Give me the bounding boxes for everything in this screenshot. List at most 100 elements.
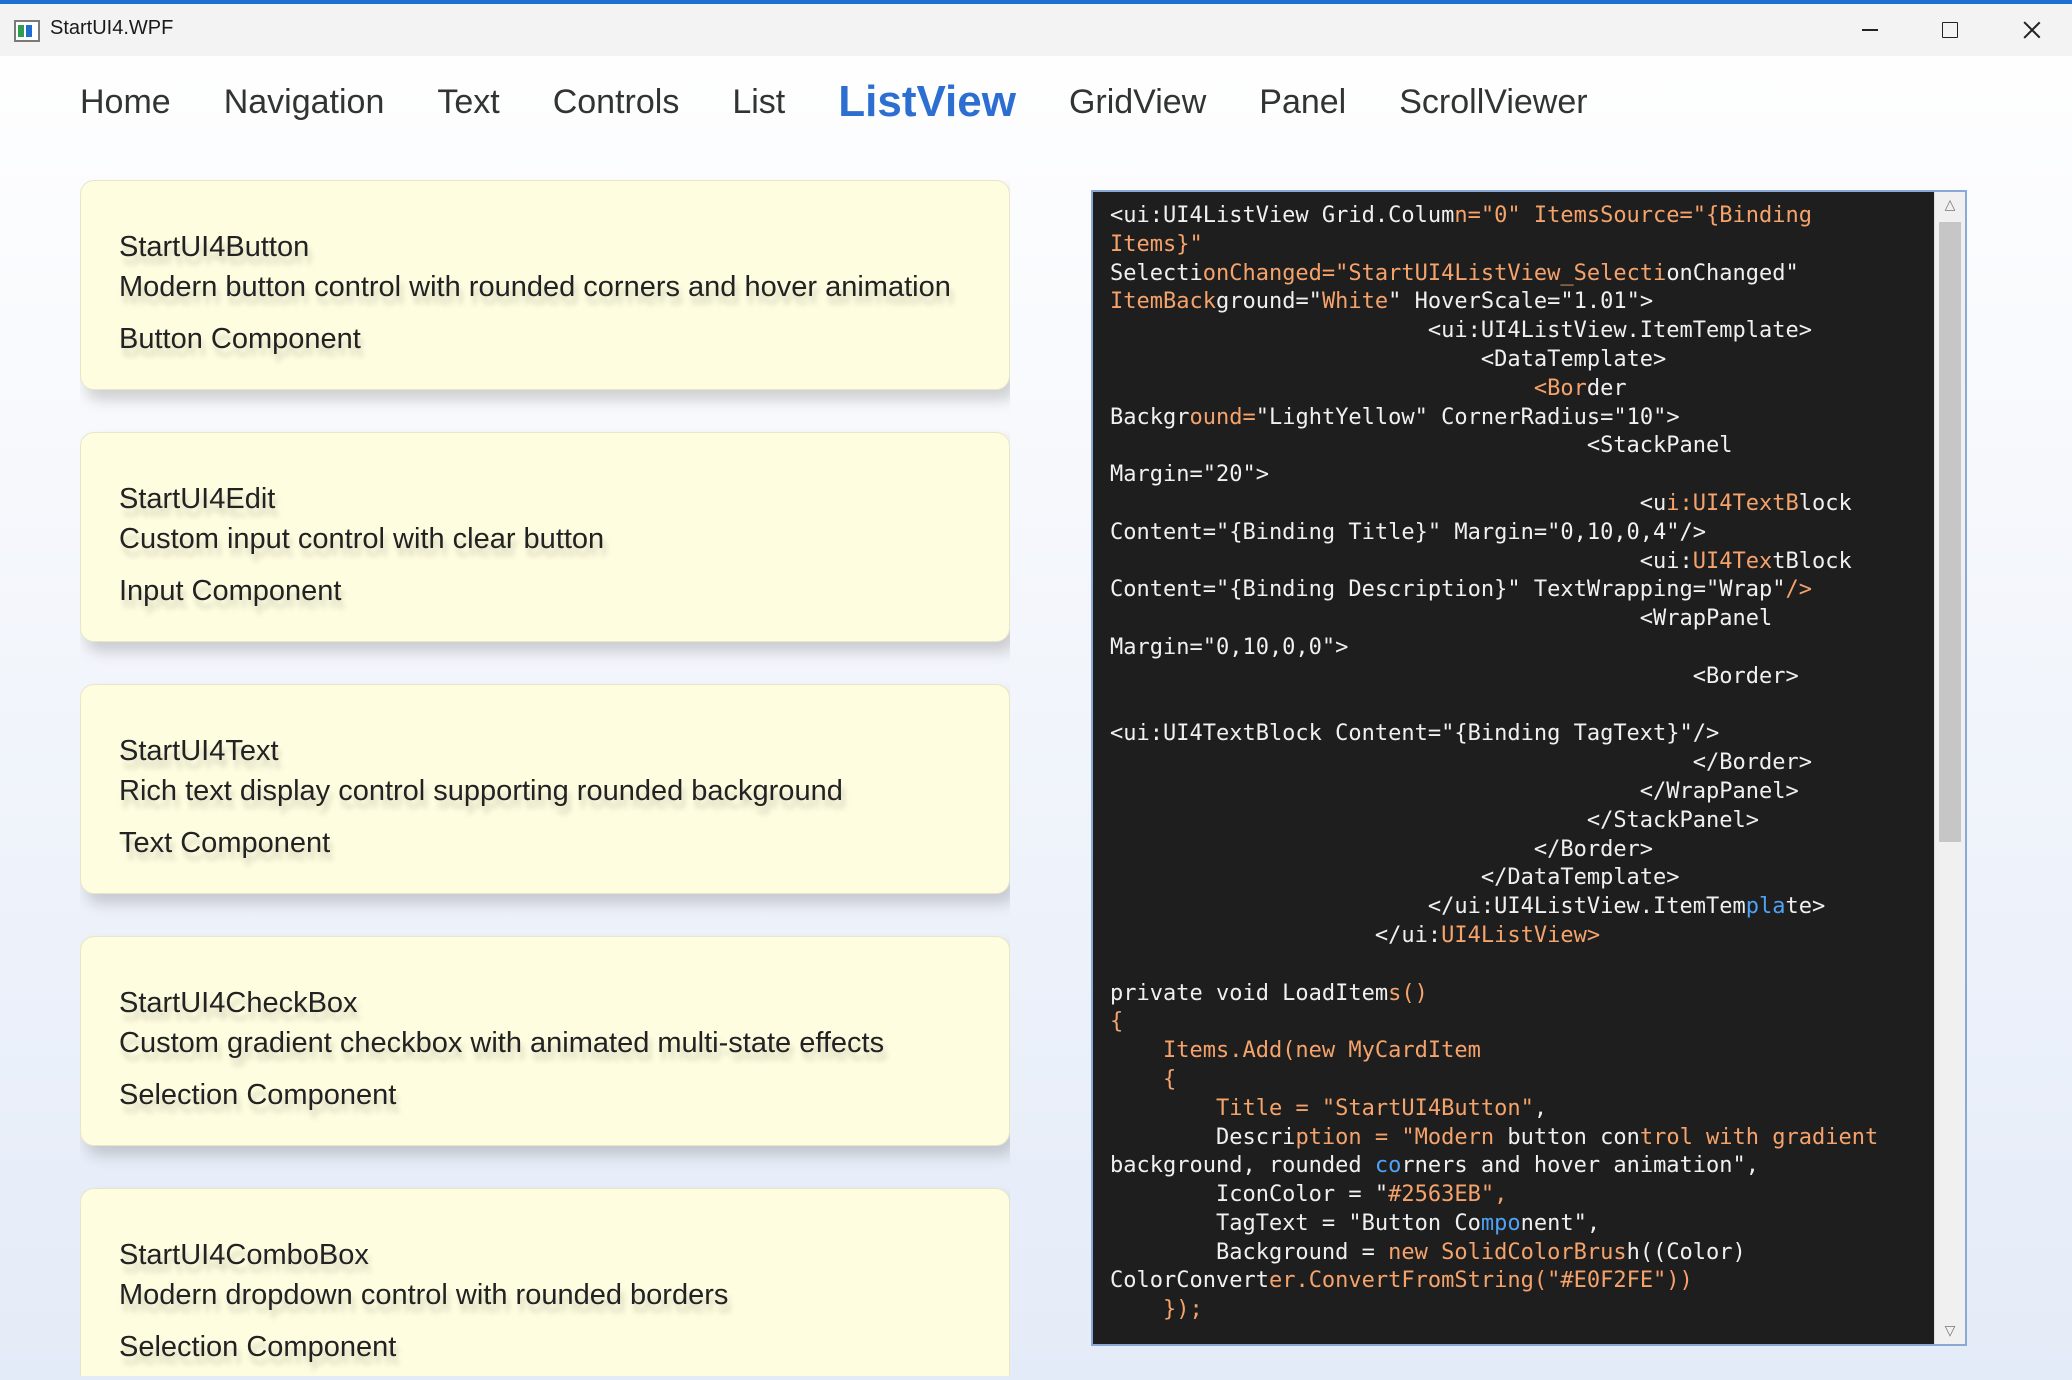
list-item-card[interactable]: StartUI4Text Rich text display control su… <box>80 684 1010 894</box>
code-scrollbar[interactable]: △ ▽ <box>1934 192 1965 1344</box>
code-token: #2563EB", <box>1388 1182 1508 1208</box>
code-viewer[interactable]: <ui:UI4ListView Grid.Column="0" ItemsSou… <box>1091 190 1967 1346</box>
scroll-thumb[interactable] <box>1939 222 1961 842</box>
code-line: Background = new SolidColorBrush((Color) <box>1110 1239 1940 1268</box>
list-item-card[interactable]: StartUI4Button Modern button control with… <box>80 180 1010 390</box>
code-token: rners and hover animation", <box>1401 1153 1760 1179</box>
code-line: background, rounded corners and hover an… <box>1110 1152 1940 1181</box>
code-line: Background="LightYellow" CornerRadius="1… <box>1110 404 1940 433</box>
list-item-card[interactable]: StartUI4ComboBox Modern dropdown control … <box>80 1188 1010 1376</box>
code-token: </Border> <box>1110 836 1654 862</box>
list-item-card[interactable]: StartUI4CheckBox Custom gradient checkbox… <box>80 936 1010 1146</box>
nav-item-gridview[interactable]: GridView <box>1069 83 1206 122</box>
code-line: Margin="20"> <box>1110 461 1940 490</box>
code-token: Content="{Binding Title}" Margin="0,10,0… <box>1110 519 1707 545</box>
code-line: <ui:UI4ListView.ItemTemplate> <box>1110 317 1940 346</box>
code-token: </Border> <box>1110 750 1812 776</box>
code-token: er.ConvertFromString("#E0F2FE")) <box>1268 1268 1693 1294</box>
code-token: i:UI4TextB <box>1666 490 1799 516</box>
maximize-button[interactable] <box>1910 4 1990 56</box>
code-token: /> <box>1785 577 1813 603</box>
card-title: StartUI4Button <box>119 231 310 263</box>
minimize-button[interactable] <box>1830 4 1910 56</box>
code-line: Content="{Binding Title}" Margin="0,10,0… <box>1110 519 1940 548</box>
code-token: <StackPanel <box>1110 433 1733 459</box>
code-token: Content="{Binding Description}" TextWrap… <box>1110 577 1786 603</box>
code-token: Items}" <box>1110 231 1203 257</box>
code-line: <ui:UI4ListView Grid.Column="0" ItemsSou… <box>1110 202 1940 231</box>
code-token: Backgr <box>1110 404 1190 430</box>
code-line: Content="{Binding Description}" TextWrap… <box>1110 576 1940 605</box>
code-token: White <box>1321 289 1389 315</box>
code-line: <WrapPanel <box>1110 605 1940 634</box>
window-title: StartUI4.WPF <box>50 17 174 39</box>
card-desc: Custom gradient checkbox with animated m… <box>119 1027 885 1059</box>
code-token: h((Color) <box>1626 1239 1746 1265</box>
code-token: Descri <box>1110 1124 1296 1150</box>
code-token: Background = <box>1110 1239 1389 1265</box>
top-navigation: Home Navigation Text Controls List ListView Gr… <box>80 74 1588 130</box>
code-line: TagText = "Button Component", <box>1110 1210 1940 1239</box>
code-line: Description = "Modern button control wit… <box>1110 1124 1940 1153</box>
code-token: ound= <box>1189 404 1256 430</box>
scroll-up-icon[interactable]: △ <box>1935 192 1965 218</box>
code-token: ption = "Modern <box>1295 1124 1495 1150</box>
nav-item-home[interactable]: Home <box>80 83 171 122</box>
code-line: <DataTemplate> <box>1110 346 1940 375</box>
code-line: private void LoadItems() <box>1110 980 1940 1009</box>
code-token: </ui:UI4ListView.ItemTem <box>1110 894 1746 920</box>
code-line: Items.Add(new MyCardItem <box>1110 1037 1940 1066</box>
code-line: </ui:UI4ListView> <box>1110 922 1940 951</box>
scroll-down-icon[interactable]: ▽ <box>1935 1318 1965 1344</box>
code-token: { <box>1110 1009 1124 1035</box>
nav-item-scrollviewer[interactable]: ScrollViewer <box>1399 83 1587 122</box>
card-desc: Modern dropdown control with rounded bor… <box>119 1279 729 1311</box>
nav-item-panel[interactable]: Panel <box>1259 83 1346 122</box>
code-token: <u <box>1110 490 1667 516</box>
card-tag: Selection Component <box>119 1079 397 1111</box>
code-line: <StackPanel <box>1110 432 1940 461</box>
code-line: </ui:UI4ListView.ItemTemplate> <box>1110 893 1940 922</box>
card-title: StartUI4CheckBox <box>119 987 358 1019</box>
code-line: SelectionChanged="StartUI4ListView_Selec… <box>1110 260 1940 289</box>
code-token: TagText = "Button Co <box>1110 1210 1481 1236</box>
card-desc: Rich text display control supporting rou… <box>119 775 843 807</box>
card-list-view[interactable]: StartUI4Button Modern button control with… <box>80 180 1010 1376</box>
nav-item-navigation[interactable]: Navigation <box>224 83 385 122</box>
nav-item-text[interactable]: Text <box>437 83 499 122</box>
code-line: </Border> <box>1110 749 1940 778</box>
close-button[interactable] <box>1992 4 2072 56</box>
code-line: ColorConverter.ConvertFromString("#E0F2F… <box>1110 1267 1940 1296</box>
code-token: trol with gradient <box>1639 1124 1879 1150</box>
code-token: onChanged" <box>1666 260 1799 286</box>
code-token: nent", <box>1520 1210 1601 1236</box>
app-window: StartUI4.WPF Home Navigation Text Controls L… <box>0 0 2072 1380</box>
code-token: background, rounded <box>1110 1153 1375 1179</box>
code-token: UI4Tex <box>1692 548 1773 574</box>
code-token: button con <box>1494 1124 1640 1150</box>
close-icon <box>2023 21 2041 39</box>
minimize-icon <box>1862 29 1878 31</box>
code-line: <ui:UI4TextBlock <box>1110 490 1940 519</box>
title-bar[interactable]: StartUI4.WPF <box>0 4 2072 56</box>
card-tag: Input Component <box>119 575 342 607</box>
nav-item-list[interactable]: List <box>732 83 785 122</box>
nav-item-controls[interactable]: Controls <box>553 83 680 122</box>
card-tag: Selection Component <box>119 1331 397 1363</box>
code-line: }); <box>1110 1296 1940 1325</box>
code-token: <ui:UI4ListView.ItemTemplate> <box>1110 318 1812 344</box>
code-token: Title = "StartUI4Button" <box>1215 1095 1534 1121</box>
code-token: <ui:UI4ListView Grid.Colum <box>1110 203 1455 228</box>
code-token: </DataTemplate> <box>1110 865 1680 891</box>
list-item-card[interactable]: StartUI4Edit Custom input control with cl… <box>80 432 1010 642</box>
code-token: <ui: <box>1110 548 1693 574</box>
code-token: new SolidColorBrus <box>1388 1239 1627 1265</box>
nav-item-listview[interactable]: ListView <box>838 77 1016 127</box>
app-icon <box>14 20 40 42</box>
card-desc: Modern button control with rounded corne… <box>119 271 951 303</box>
code-line: { <box>1110 1066 1940 1095</box>
code-token: </ui: <box>1110 922 1442 948</box>
